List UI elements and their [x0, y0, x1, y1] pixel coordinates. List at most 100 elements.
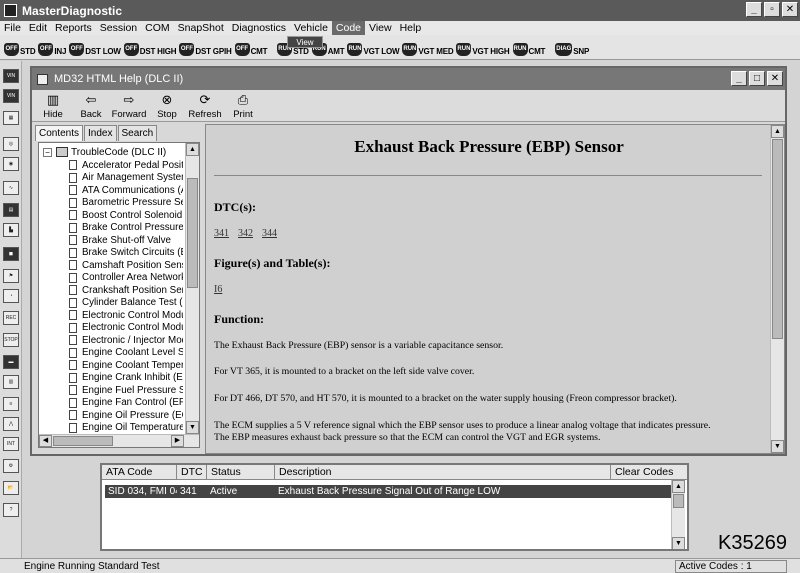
truck-icon[interactable]: ▬: [3, 355, 19, 369]
menu-code[interactable]: Code: [331, 21, 366, 35]
refresh-button[interactable]: ⟳ Refresh: [188, 90, 221, 121]
tree-item[interactable]: Crankshaft Position Sen: [69, 284, 183, 297]
content-vertical-scrollbar[interactable]: ▲ ▼: [770, 125, 784, 453]
sensor-icon[interactable]: ◎: [3, 137, 19, 151]
help-close-button[interactable]: ✕: [767, 71, 783, 86]
settings-icon[interactable]: ⚙: [3, 459, 19, 473]
module-icon[interactable]: ▙: [3, 223, 19, 237]
tree-item[interactable]: Boost Control Solenoid (: [69, 209, 183, 222]
tree-item[interactable]: Engine Fan Control (EFA: [69, 397, 183, 410]
tree-item[interactable]: Engine Coolant Tempera: [69, 359, 183, 372]
chart-icon[interactable]: ≡: [3, 397, 19, 411]
scroll-right-icon[interactable]: ▶: [171, 435, 184, 447]
codes-vertical-scrollbar[interactable]: ▲ ▼: [671, 480, 685, 549]
vehicle-data-icon[interactable]: VIN: [3, 89, 19, 103]
content-scroll-thumb[interactable]: [772, 139, 783, 339]
scroll-up-icon[interactable]: ▲: [186, 143, 199, 156]
col-ata-code[interactable]: ATA Code: [102, 465, 177, 480]
stop-record-icon[interactable]: STOP: [3, 333, 19, 347]
tree-item[interactable]: Brake Shut-off Valve: [69, 234, 183, 247]
menu-diagnostics[interactable]: Diagnostics: [228, 21, 290, 35]
dtc-link-341[interactable]: 341: [214, 228, 229, 239]
menu-help[interactable]: Help: [396, 21, 426, 35]
dtc-link-344[interactable]: 344: [262, 228, 277, 239]
help-minimize-button[interactable]: _: [731, 71, 747, 86]
toolbar-off-dst-low-button[interactable]: OFF DST LOW: [69, 39, 121, 56]
tree-item[interactable]: Engine Oil Temperature: [69, 422, 183, 435]
tree-item[interactable]: Engine Crank Inhibit (EC: [69, 372, 183, 385]
interval-icon[interactable]: INT: [3, 437, 19, 451]
col-description[interactable]: Description: [275, 465, 611, 480]
toolbar-run-cmt-button[interactable]: RUN CMT: [512, 39, 545, 56]
scroll-left-icon[interactable]: ◀: [39, 435, 52, 447]
menu-vehicle[interactable]: Vehicle: [290, 21, 332, 35]
tree-item[interactable]: Electronic Control Modu: [69, 309, 183, 322]
tree-item[interactable]: Cylinder Balance Test (C: [69, 297, 183, 310]
menu-edit[interactable]: Edit: [25, 21, 51, 35]
scroll-down-icon[interactable]: ▼: [672, 537, 685, 549]
dtc-link-342[interactable]: 342: [238, 228, 253, 239]
tree-root-item[interactable]: − TroubleCode (DLC II): [43, 146, 166, 158]
stop-button[interactable]: ⊗ Stop: [152, 90, 182, 121]
toolbar-off-cmt-button[interactable]: OFF CMT: [234, 39, 267, 56]
scroll-down-icon[interactable]: ▼: [771, 440, 784, 453]
scroll-up-icon[interactable]: ▲: [771, 125, 784, 138]
print-button[interactable]: ⎙ Print: [228, 90, 258, 121]
close-button[interactable]: ✕: [782, 2, 798, 17]
folder-open-icon[interactable]: 📂: [3, 481, 19, 495]
menu-session[interactable]: Session: [96, 21, 141, 35]
toolbar-diag-snp-button[interactable]: DIAG SNP: [555, 39, 589, 56]
gauge-icon[interactable]: ◉: [3, 157, 19, 171]
tree-item[interactable]: Brake Switch Circuits (B: [69, 247, 183, 260]
help-maximize-button[interactable]: □: [749, 71, 765, 86]
col-dtc[interactable]: DTC: [177, 465, 207, 480]
codes-scroll-thumb[interactable]: [673, 494, 684, 508]
menu-snapshot[interactable]: SnapShot: [174, 21, 228, 35]
record-icon[interactable]: REC: [3, 311, 19, 325]
printer-icon[interactable]: ▤: [3, 203, 19, 217]
diag-icon[interactable]: ▥: [3, 375, 19, 389]
toolbar-off-dst-high-button[interactable]: OFF DST HIGH: [123, 39, 177, 56]
menu-view[interactable]: View: [365, 21, 396, 35]
graph-icon[interactable]: ∿: [3, 181, 19, 195]
tree-item[interactable]: Engine Oil Pressure (EO: [69, 409, 183, 422]
clear-codes-button[interactable]: Clear Codes: [611, 465, 687, 480]
tree-vertical-scrollbar[interactable]: ▲ ▼: [185, 143, 199, 434]
tree-item[interactable]: Engine Coolant Level Sy: [69, 347, 183, 360]
tree-item[interactable]: Controller Area Network: [69, 272, 183, 285]
layout-icon[interactable]: ▦: [3, 111, 19, 125]
table-row[interactable]: SID 034, FMI 04 341 Active Exhaust Back …: [105, 485, 675, 498]
tree-horizontal-scrollbar[interactable]: ◀ ▶: [39, 434, 199, 447]
toolbar-off-inj-button[interactable]: OFF INJ: [38, 39, 66, 56]
back-button[interactable]: ⇦ Back: [76, 90, 106, 121]
minimize-button[interactable]: _: [746, 2, 762, 17]
toolbar-run-vgt-high-button[interactable]: RUN VGT HIGH: [456, 39, 510, 56]
help-cursor-icon[interactable]: ?: [3, 503, 19, 517]
tab-contents[interactable]: Contents: [35, 125, 84, 141]
toolbar-run-vgt-low-button[interactable]: RUN VGT LOW: [347, 39, 400, 56]
hide-button[interactable]: ▥ Hide: [38, 90, 68, 121]
tree-item[interactable]: Electronic / Injector Mod: [69, 334, 183, 347]
toolbar-off-dst-gpih-button[interactable]: OFF DST GPIH: [179, 39, 232, 56]
collapse-icon[interactable]: −: [43, 147, 52, 157]
tree-item[interactable]: ATA Communications (A: [69, 184, 183, 197]
toolbar-off-std-button[interactable]: OFF STD: [4, 39, 36, 56]
tree-item[interactable]: Engine Fuel Pressure Se: [69, 384, 183, 397]
tree-item[interactable]: Accelerator Pedal Positi: [69, 159, 183, 172]
scroll-down-icon[interactable]: ▼: [186, 421, 199, 434]
menu-com[interactable]: COM: [141, 21, 174, 35]
scroll-up-icon[interactable]: ▲: [672, 480, 685, 493]
maximize-button[interactable]: ▫: [764, 2, 780, 17]
menu-reports[interactable]: Reports: [51, 21, 96, 35]
tree-hscroll-thumb[interactable]: [53, 436, 113, 446]
figure-link[interactable]: I6: [214, 284, 222, 295]
forward-button[interactable]: ⇨ Forward: [112, 90, 147, 121]
toolbar-run-vgt-med-button[interactable]: RUN VGT MED: [402, 39, 454, 56]
dial-icon[interactable]: ◔: [3, 289, 19, 303]
tree-scroll-thumb[interactable]: [187, 178, 198, 288]
tab-index[interactable]: Index: [84, 125, 117, 141]
vehicle-info-icon[interactable]: VIN: [3, 69, 19, 83]
waveform-icon[interactable]: ⋀: [3, 417, 19, 431]
col-status[interactable]: Status: [207, 465, 275, 480]
tree-item[interactable]: Air Management System: [69, 172, 183, 185]
